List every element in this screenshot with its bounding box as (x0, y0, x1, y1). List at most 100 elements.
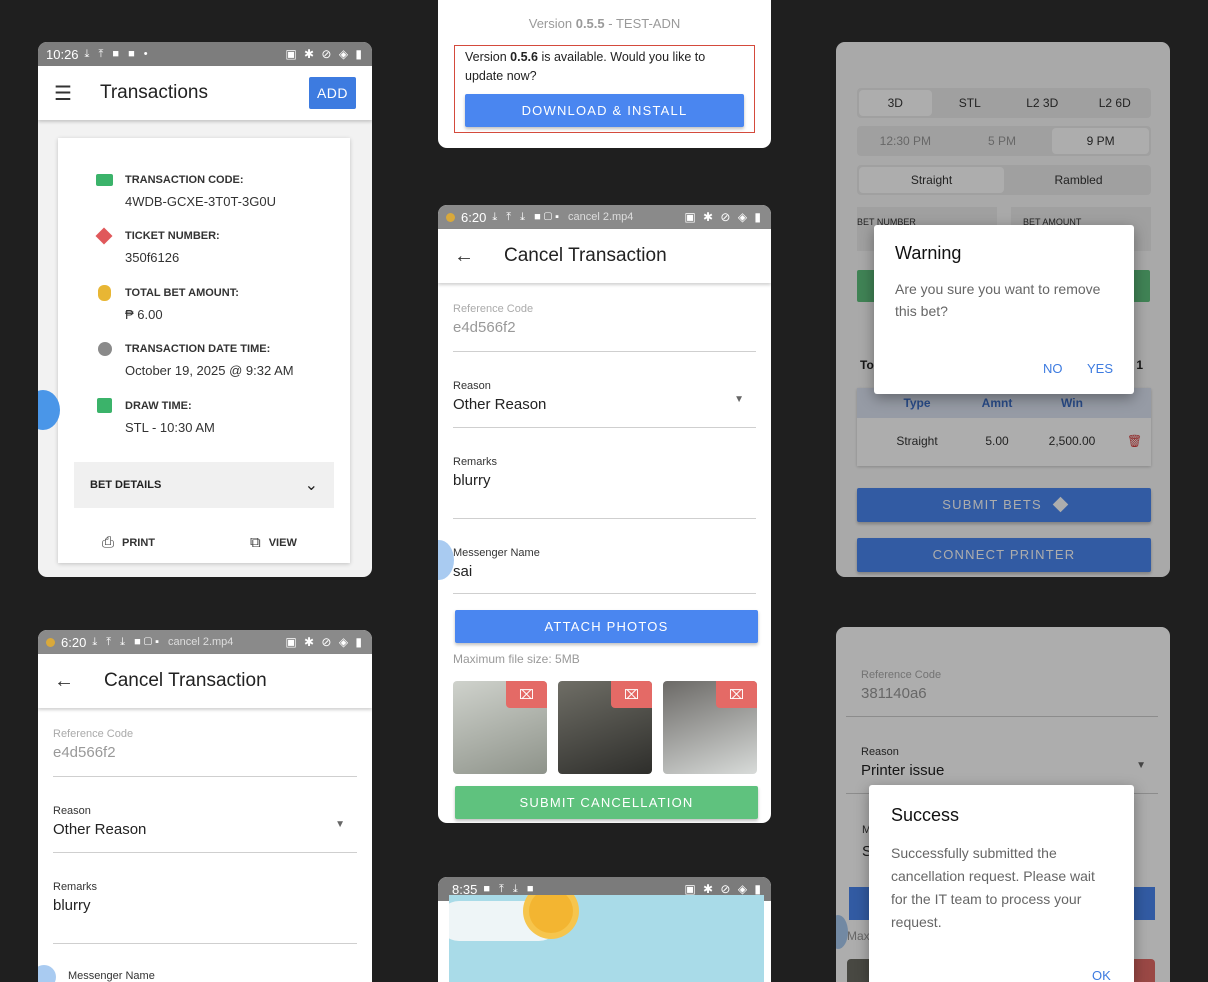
dropdown-arrow-icon: ▼ (335, 819, 345, 830)
status-time: 6:20 (61, 634, 87, 650)
info-item-code: TRANSACTION CODE: 4WDB-GCXE-3T0T-3G0U (96, 174, 276, 209)
info-item-amount: TOTAL BET AMOUNT: ₱ 6.00 (96, 285, 239, 322)
version-env: - TEST-ADN (604, 16, 681, 31)
app-bar: ← Cancel Transaction (38, 654, 372, 708)
info-value: 350f6126 (125, 250, 180, 265)
status-icons: ■ ⤒ ⤓ ■ (483, 882, 537, 895)
page-title: Cancel Transaction (104, 670, 267, 691)
attach-photos-button[interactable]: ATTACH PHOTOS (455, 610, 758, 643)
remarks-label: Remarks (453, 456, 498, 468)
info-label: TRANSACTION CODE: (125, 174, 244, 186)
delete-photo-icon[interactable]: ⌧ (611, 681, 652, 708)
messenger-name-field[interactable]: Messenger Name (68, 970, 155, 982)
record-bubble-icon[interactable] (38, 390, 60, 430)
dialog-title: Success (891, 805, 960, 825)
status-right-icons: ▣ ✱ ⊘ ◈ ▮ (684, 882, 763, 896)
bet-details-expander[interactable]: BET DETAILS ⌄ (74, 462, 334, 508)
status-right-icons: ▣ ✱ ⊘ ◈ ▮ (285, 635, 364, 649)
status-file: cancel 2.mp4 (167, 636, 234, 648)
transaction-card[interactable]: TRANSACTION CODE: 4WDB-GCXE-3T0T-3G0U TI… (58, 138, 350, 563)
yes-button[interactable]: YES (1087, 361, 1113, 376)
info-item-ticket: TICKET NUMBER: 350f6126 (95, 227, 220, 265)
remarks-field[interactable]: Remarks blurry (453, 456, 756, 519)
version-number: 0.5.5 (575, 16, 605, 31)
update-version: 0.5.6 (510, 50, 538, 64)
info-value: ₱ 6.00 (125, 307, 163, 322)
remarks-field[interactable]: Remarks blurry (53, 881, 357, 944)
record-bubble-icon[interactable] (38, 965, 56, 982)
reason-select[interactable]: Reason Other Reason ▼ (453, 380, 756, 428)
open-external-icon: ⧉ (250, 534, 261, 551)
record-bubble-icon[interactable] (438, 540, 454, 580)
photo-thumbnail[interactable]: ⌧ (453, 681, 547, 774)
update-pre: Version (465, 50, 511, 64)
update-screen: Version 0.5.5 - TEST-ADN Version 0.5.6 i… (438, 0, 771, 148)
info-label: TOTAL BET AMOUNT: (125, 287, 239, 299)
back-arrow-icon[interactable]: ← (54, 670, 74, 693)
remarks-label: Remarks (53, 881, 98, 893)
dialog-body: Are you sure you want to remove this bet… (895, 281, 1101, 319)
view-button[interactable]: ⧉ VIEW (250, 534, 297, 551)
dialog-body: Successfully submitted the cancellation … (891, 845, 1095, 930)
remarks-value: blurry (53, 897, 91, 914)
no-button[interactable]: NO (1043, 361, 1063, 376)
status-right-icons: ▣ ✱ ⊘ ◈ ▮ (684, 210, 763, 224)
ref-label: Reference Code (53, 728, 134, 740)
ok-button[interactable]: OK (1092, 968, 1111, 982)
max-file-size-text: Maximum file size: 5MB (453, 652, 580, 666)
reason-value: Other Reason (453, 396, 547, 413)
status-bar: 10:26 ⤓ ⤒ ■ ■ • ▣ ✱ ⊘ ◈ ▮ (38, 42, 372, 66)
transactions-screen: 10:26 ⤓ ⤒ ■ ■ • ▣ ✱ ⊘ ◈ ▮ ☰ Transactions… (38, 42, 372, 577)
bet-details-label: BET DETAILS (90, 479, 162, 491)
page-title: Cancel Transaction (504, 245, 667, 266)
info-value: 4WDB-GCXE-3T0T-3G0U (125, 194, 276, 209)
delete-photo-icon[interactable]: ⌧ (716, 681, 757, 708)
ticket-icon (95, 227, 113, 245)
info-item-draw: DRAW TIME: STL - 10:30 AM (96, 398, 215, 435)
money-icon (96, 174, 113, 186)
sun-icon (529, 895, 573, 933)
print-button[interactable]: ⎙ PRINT (102, 534, 155, 551)
app-bar: ← Cancel Transaction (438, 229, 771, 283)
warning-dialog: Warning Are you sure you want to remove … (874, 225, 1134, 394)
status-right-icons: ▣ ✱ ⊘ ◈ ▮ (285, 47, 364, 61)
photo-thumbnail[interactable]: ⌧ (663, 681, 757, 774)
info-value: October 19, 2025 @ 9:32 AM (125, 363, 294, 378)
add-button[interactable]: ADD (308, 77, 356, 109)
reason-label: Reason (53, 805, 91, 817)
version-line: Version 0.5.5 - TEST-ADN (438, 16, 771, 31)
sky-illustration (449, 895, 764, 982)
messenger-name-field[interactable]: Messenger Name sai (453, 547, 756, 594)
back-arrow-icon[interactable]: ← (454, 245, 474, 268)
splash-screen: 8:35 ■ ⤒ ⤓ ■ ▣ ✱ ⊘ ◈ ▮ (438, 877, 771, 982)
reason-select[interactable]: Reason Other Reason ▼ (53, 805, 357, 853)
delete-photo-icon[interactable]: ⌧ (506, 681, 547, 708)
success-dialog: Success Successfully submitted the cance… (869, 785, 1134, 982)
submit-cancellation-button[interactable]: SUBMIT CANCELLATION (455, 786, 758, 819)
reference-code-field: Reference Code e4d566f2 (453, 303, 756, 352)
reason-value: Other Reason (53, 821, 147, 838)
ref-label: Reference Code (453, 303, 534, 315)
dropdown-arrow-icon: ▼ (734, 394, 744, 405)
coins-icon (98, 285, 111, 301)
printer-icon: ⎙ (102, 534, 115, 551)
messenger-label: Messenger Name (68, 970, 155, 982)
clock-icon (98, 342, 112, 356)
calendar-icon (97, 398, 112, 413)
view-label: VIEW (268, 536, 297, 549)
cancel-transaction-screen: 6:20 ⤓ ⤒ ⤓ ■▢▪ cancel 2.mp4 ▣ ✱ ⊘ ◈ ▮ ← … (438, 205, 771, 823)
status-icons: ⤓ ⤒ ■ ■ • (84, 47, 151, 60)
download-install-button[interactable]: DOWNLOAD & INSTALL (465, 94, 744, 127)
ref-value: e4d566f2 (53, 744, 116, 761)
photo-thumbnail[interactable]: ⌧ (558, 681, 652, 774)
menu-icon[interactable]: ☰ (54, 81, 72, 106)
update-message: Version 0.5.6 is available. Would you li… (465, 48, 744, 86)
info-label: DRAW TIME: (125, 400, 192, 412)
info-item-datetime: TRANSACTION DATE TIME: October 19, 2025 … (96, 342, 294, 378)
messenger-label: Messenger Name (453, 547, 540, 559)
status-icons: ⤓ ⤒ ⤓ ■▢▪ (492, 210, 562, 223)
recording-dot-icon (46, 637, 55, 647)
status-time: 6:20 (461, 209, 487, 225)
app-bar: ☰ Transactions ADD (38, 66, 372, 120)
dialog-title: Warning (895, 243, 962, 263)
